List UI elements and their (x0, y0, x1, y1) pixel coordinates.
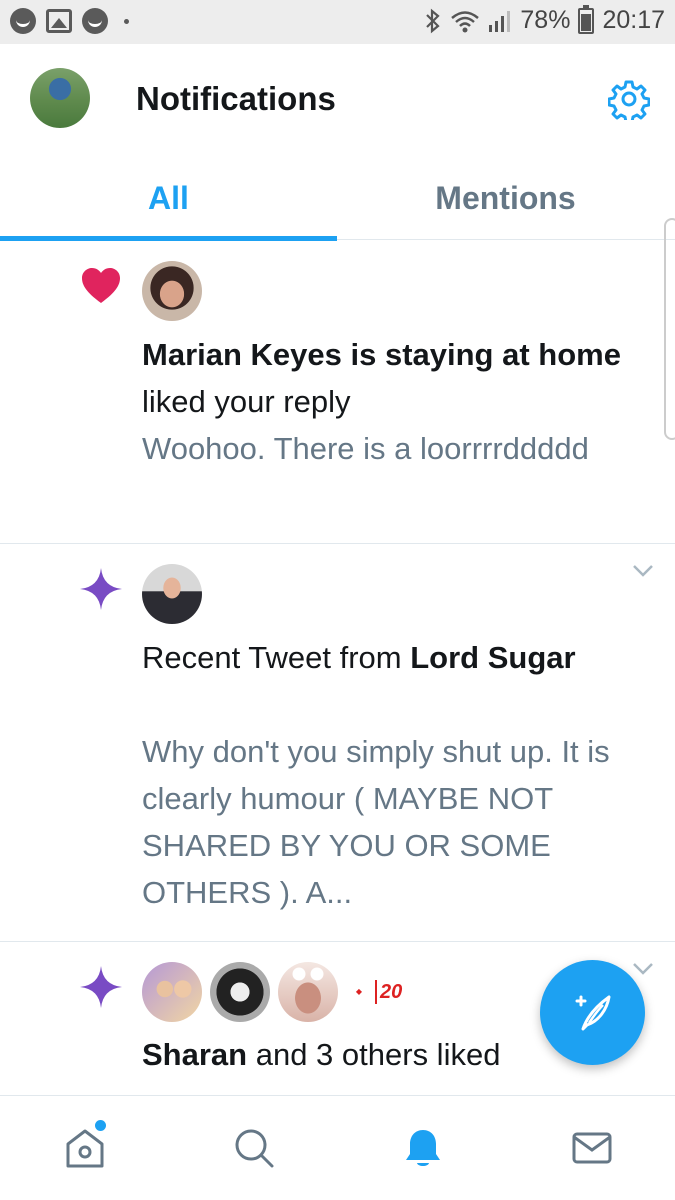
prefix-text: Recent Tweet from (142, 640, 411, 675)
wifi-icon (451, 10, 480, 32)
tab-mentions[interactable]: Mentions (337, 156, 674, 240)
avatar-group: ◆ 20 (142, 962, 406, 1022)
avatar[interactable] (210, 962, 270, 1022)
signal-icon (489, 10, 511, 32)
actor-name[interactable]: Sharan (142, 1037, 247, 1072)
gear-icon[interactable] (608, 78, 650, 120)
face-icon (82, 8, 108, 34)
logo-text: 20 (380, 980, 403, 1003)
tab-bar: All Mentions (0, 156, 675, 241)
image-icon (46, 9, 72, 33)
status-bar: 78% 20:17 (0, 0, 675, 44)
avatar[interactable] (142, 261, 202, 321)
actor-name[interactable]: Lord Sugar (410, 640, 575, 675)
battery-percent: 78% (520, 6, 571, 34)
dot-icon (124, 18, 129, 24)
unread-dot (95, 1120, 106, 1131)
face-icon (10, 8, 36, 34)
actor-name[interactable]: Marian Keyes is staying at home (142, 337, 621, 372)
chevron-down-icon[interactable] (632, 564, 654, 578)
tweet-snippet: Woohoo. There is a loorrrrddddd (142, 431, 589, 466)
action-text: and 3 others liked (247, 1037, 501, 1072)
logo-divider (375, 980, 377, 1004)
logo-mark: ◆ (355, 987, 363, 996)
home-icon[interactable] (63, 1126, 107, 1170)
notification-item[interactable]: Recent Tweet from Lord Sugar Why don't y… (0, 544, 675, 942)
notification-text: Recent Tweet from Lord Sugar (142, 634, 642, 681)
compose-tweet-icon (575, 995, 610, 1030)
avatar[interactable] (278, 962, 338, 1022)
app-header: Notifications (0, 44, 675, 156)
status-right-icons: 78% 20:17 (424, 4, 665, 35)
chevron-down-icon[interactable] (632, 962, 654, 976)
bluetooth-icon (426, 8, 441, 33)
tweet-snippet: Why don't you simply shut up. It is clea… (142, 734, 610, 910)
search-icon[interactable] (232, 1126, 276, 1170)
action-text: liked your reply (142, 384, 351, 419)
heart-icon (82, 268, 120, 303)
brand-logo[interactable]: ◆ 20 (346, 972, 406, 1012)
mail-icon[interactable] (570, 1126, 614, 1170)
notification-text: Marian Keyes is staying at home liked yo… (142, 331, 642, 425)
avatar[interactable] (142, 962, 202, 1022)
avatar[interactable] (142, 564, 202, 624)
avatar-group (142, 564, 202, 624)
profile-avatar[interactable] (30, 68, 90, 128)
bottom-nav (0, 1095, 675, 1200)
status-left-icons (10, 8, 129, 34)
notification-item[interactable]: Marian Keyes is staying at home liked yo… (0, 241, 675, 544)
battery-icon (578, 4, 595, 34)
avatar-group (142, 261, 202, 321)
page-title: Notifications (136, 80, 336, 117)
sparkle-icon (80, 568, 122, 610)
compose-tweet-button[interactable] (540, 960, 645, 1065)
clock: 20:17 (602, 6, 665, 34)
sparkle-icon (80, 966, 122, 1008)
tab-all[interactable]: All (0, 156, 337, 241)
bell-icon[interactable] (401, 1126, 445, 1170)
